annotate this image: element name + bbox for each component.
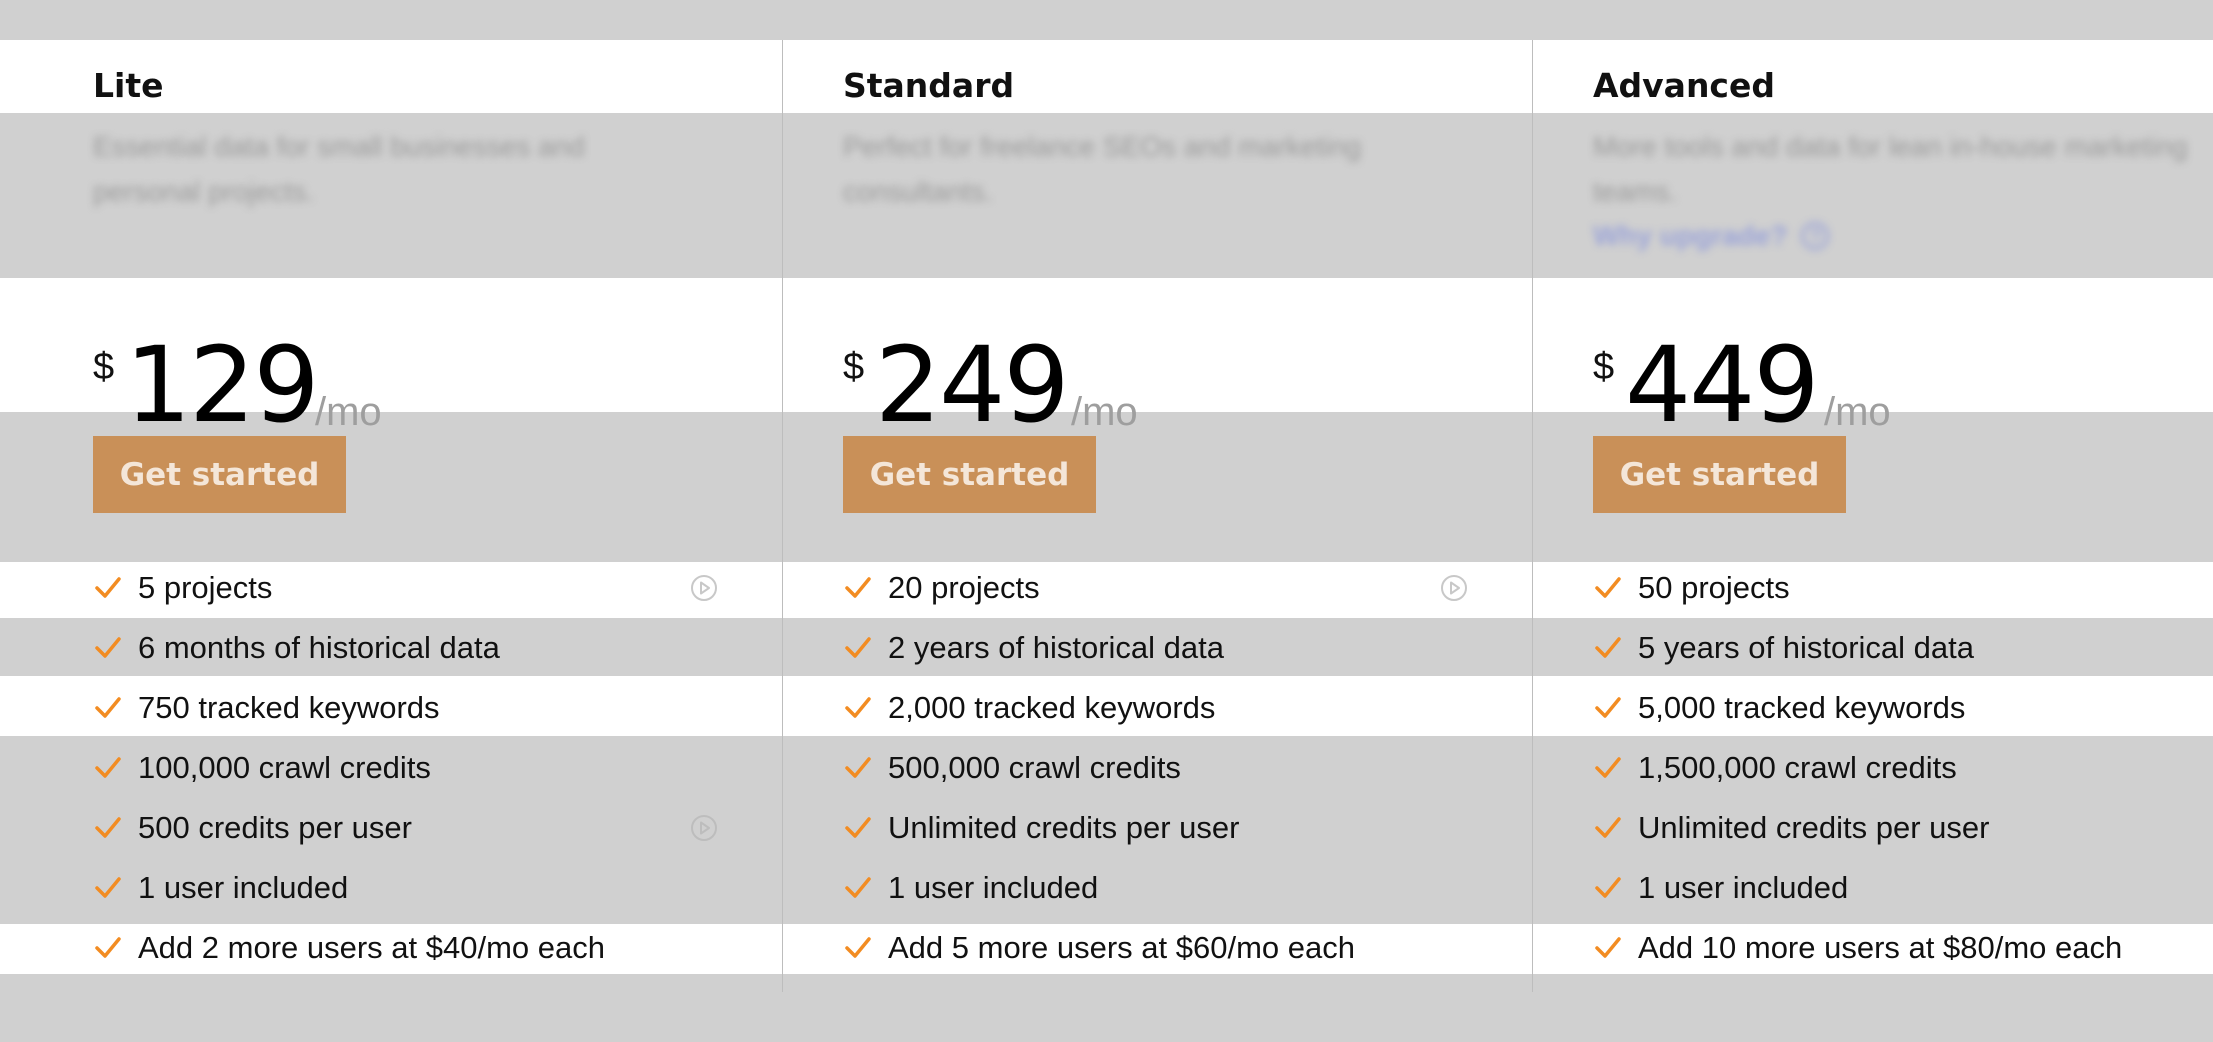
feature-label: 50 projects: [1638, 570, 1790, 605]
feature-item: 500 credits per user: [93, 798, 733, 858]
feature-label: 5 years of historical data: [1638, 630, 1975, 665]
help-icon: ?: [1801, 222, 1830, 250]
check-icon: [1595, 937, 1621, 958]
feature-item: 50 projects: [1593, 558, 2213, 618]
feature-label: 1 user included: [138, 870, 349, 905]
check-icon: [845, 877, 871, 898]
feature-item: 750 tracked keywords: [93, 678, 733, 738]
plan-card-standard: Standard Perfect for freelance SEOs and …: [750, 40, 1500, 992]
price-amount: 449: [1625, 324, 1820, 446]
check-icon: [1595, 697, 1621, 718]
check-icon: [1595, 877, 1621, 898]
check-icon: [845, 937, 871, 958]
plan-name: Standard: [843, 66, 1015, 105]
feature-item: 5 years of historical data: [1593, 618, 2213, 678]
feature-label: 500 credits per user: [138, 810, 412, 845]
check-icon: [845, 757, 871, 778]
feature-item: Add 10 more users at $80/mo each: [1593, 918, 2213, 978]
feature-item: 100,000 crawl credits: [93, 738, 733, 798]
feature-label: 1,500,000 crawl credits: [1638, 750, 1957, 785]
plan-description: Perfect for freelance SEOs and marketing…: [843, 131, 1362, 207]
feature-label: Add 2 more users at $40/mo each: [138, 930, 605, 965]
feature-item: 1 user included: [843, 858, 1483, 918]
get-started-button[interactable]: Get started: [1593, 436, 1846, 513]
feature-item: Add 5 more users at $60/mo each: [843, 918, 1483, 978]
check-icon: [95, 817, 121, 838]
check-icon: [95, 637, 121, 658]
feature-label: 5,000 tracked keywords: [1638, 690, 1966, 725]
feature-item: 6 months of historical data: [93, 618, 733, 678]
feature-label: Unlimited credits per user: [1638, 810, 1990, 845]
currency-symbol: $: [843, 346, 865, 388]
feature-item: 20 projects: [843, 558, 1483, 618]
play-video-icon[interactable]: [690, 814, 718, 842]
why-upgrade-link[interactable]: Why upgrade? ?: [1593, 220, 1830, 252]
feature-label: 2,000 tracked keywords: [888, 690, 1216, 725]
plan-description: Essential data for small businesses and …: [93, 131, 585, 207]
check-icon: [1595, 577, 1621, 598]
price-period: /mo: [1071, 390, 1138, 434]
get-started-button[interactable]: Get started: [843, 436, 1096, 513]
feature-label: 5 projects: [138, 570, 273, 605]
currency-symbol: $: [1593, 346, 1615, 388]
feature-label: 2 years of historical data: [888, 630, 1225, 665]
feature-label: 500,000 crawl credits: [888, 750, 1181, 785]
check-icon: [95, 577, 121, 598]
feature-item: 1 user included: [1593, 858, 2213, 918]
feature-item: 5,000 tracked keywords: [1593, 678, 2213, 738]
feature-item: 1 user included: [93, 858, 733, 918]
plan-description: More tools and data for lean in-house ma…: [1593, 131, 2188, 207]
price-amount: 129: [125, 324, 320, 446]
why-upgrade-label[interactable]: Why upgrade?: [1593, 220, 1787, 252]
feature-label: 20 projects: [888, 570, 1040, 605]
plan-card-lite: Lite Essential data for small businesses…: [0, 40, 750, 992]
check-icon: [1595, 817, 1621, 838]
feature-item: 500,000 crawl credits: [843, 738, 1483, 798]
check-icon: [845, 817, 871, 838]
check-icon: [845, 637, 871, 658]
feature-label: 6 months of historical data: [138, 630, 500, 665]
feature-label: 750 tracked keywords: [138, 690, 440, 725]
plan-card-advanced: Advanced More tools and data for lean in…: [1500, 40, 2213, 992]
price-period: /mo: [1824, 390, 1891, 434]
feature-item: Unlimited credits per user: [1593, 798, 2213, 858]
check-icon: [95, 877, 121, 898]
feature-label: 100,000 crawl credits: [138, 750, 431, 785]
feature-item: 1,500,000 crawl credits: [1593, 738, 2213, 798]
currency-symbol: $: [93, 346, 115, 388]
check-icon: [95, 757, 121, 778]
feature-item: Unlimited credits per user: [843, 798, 1483, 858]
feature-label: Add 5 more users at $60/mo each: [888, 930, 1355, 965]
feature-item: 2,000 tracked keywords: [843, 678, 1483, 738]
plan-name: Lite: [93, 66, 164, 105]
check-icon: [95, 937, 121, 958]
feature-item: 2 years of historical data: [843, 618, 1483, 678]
price-amount: 249: [875, 324, 1070, 446]
check-icon: [845, 577, 871, 598]
check-icon: [95, 697, 121, 718]
check-icon: [1595, 757, 1621, 778]
check-icon: [845, 697, 871, 718]
feature-item: 5 projects: [93, 558, 733, 618]
get-started-button[interactable]: Get started: [93, 436, 346, 513]
feature-item: Add 2 more users at $40/mo each: [93, 918, 733, 978]
feature-label: Unlimited credits per user: [888, 810, 1240, 845]
feature-label: 1 user included: [888, 870, 1099, 905]
play-video-icon[interactable]: [690, 574, 718, 602]
play-video-icon[interactable]: [1440, 574, 1468, 602]
feature-label: 1 user included: [1638, 870, 1849, 905]
check-icon: [1595, 637, 1621, 658]
plan-name: Advanced: [1593, 66, 1775, 105]
feature-label: Add 10 more users at $80/mo each: [1638, 930, 2123, 965]
price-period: /mo: [315, 390, 382, 434]
